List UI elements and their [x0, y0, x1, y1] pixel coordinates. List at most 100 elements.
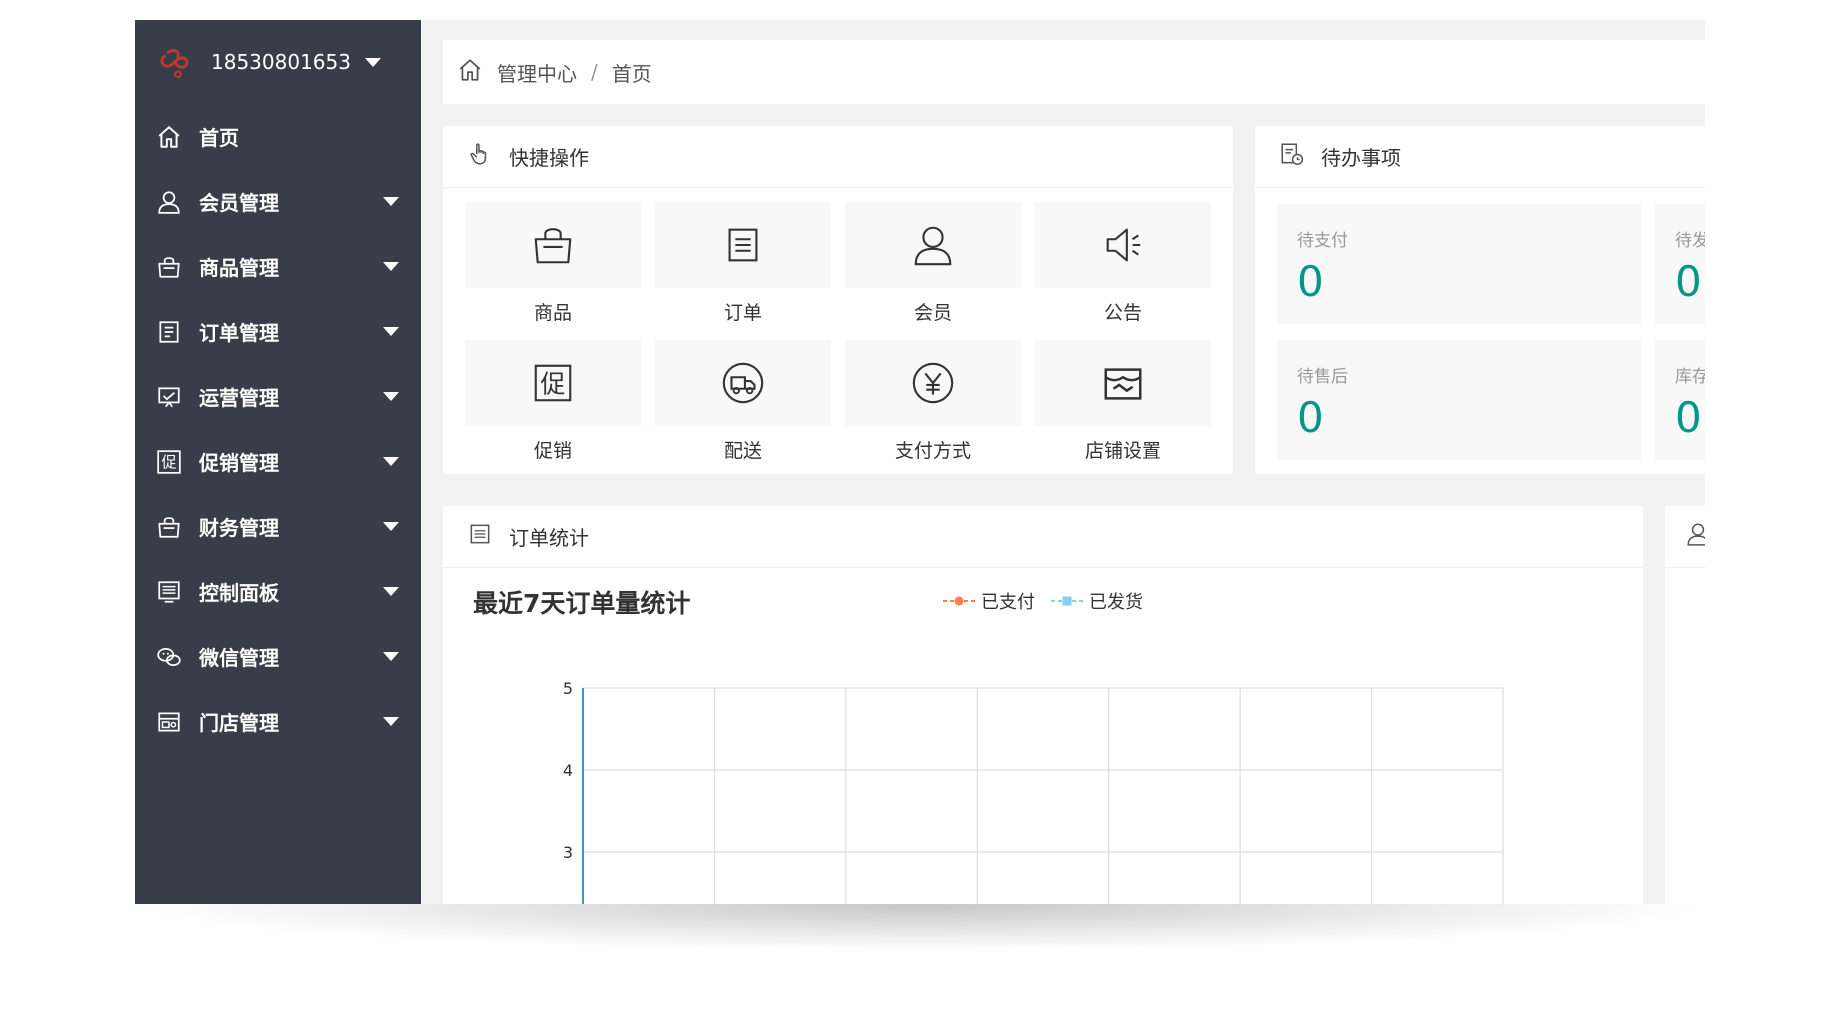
sidebar-item-label: 控制面板: [199, 581, 279, 605]
task-icon: [1279, 141, 1305, 172]
quick-item-delivery[interactable]: 配送: [655, 340, 831, 462]
quick-item-announcements[interactable]: 公告: [1035, 202, 1211, 324]
sidebar-item-stores[interactable]: 门店管理: [135, 689, 421, 754]
quick-item-shop-settings[interactable]: 店铺设置: [1035, 340, 1211, 462]
y-tick-label: 5: [563, 679, 573, 698]
todo-label: 库存预警: [1675, 367, 1705, 387]
todo-value: 0: [1297, 257, 1324, 306]
sidebar-item-control-panel[interactable]: 控制面板: [135, 559, 421, 624]
main-content: 管理中心 / 首页 快捷操作 商品 订单 会员 公告 促 促销 配送 支付方式 …: [421, 20, 1705, 904]
store-icon: [155, 708, 183, 736]
chevron-down-icon: [383, 197, 399, 206]
todo-value: 0: [1675, 257, 1702, 306]
user-icon: [1685, 521, 1705, 552]
sidebar-item-promotions[interactable]: 促 促销管理: [135, 429, 421, 494]
breadcrumb-root[interactable]: 管理中心: [497, 58, 577, 87]
chevron-down-icon: [383, 327, 399, 336]
quick-item-label: 公告: [1103, 302, 1142, 324]
promotion-icon: 促: [534, 364, 572, 402]
todo-item-after-sales[interactable]: 待售后 0: [1277, 340, 1641, 460]
sidebar-item-label: 运营管理: [199, 386, 279, 410]
y-tick-label: 4: [563, 761, 573, 780]
todo-item-pending-shipment[interactable]: 待发货 0: [1655, 204, 1705, 324]
user-icon: [914, 226, 952, 266]
sidebar-item-members[interactable]: 会员管理: [135, 169, 421, 234]
sidebar-item-label: 会员管理: [199, 191, 279, 215]
y-tick-label: 3: [563, 843, 573, 862]
sidebar-item-label: 首页: [199, 126, 239, 150]
quick-item-label: 促销: [533, 440, 572, 462]
quick-item-promotions[interactable]: 促 促销: [465, 340, 641, 462]
order-icon: [155, 318, 183, 346]
chart-plot: 5 4 3: [563, 679, 1504, 904]
order-chart: 最近7天订单量统计 已支付 已发货 543: [443, 568, 1643, 904]
chevron-down-icon: [383, 652, 399, 661]
todo-item-pending-payment[interactable]: 待支付 0: [1277, 204, 1641, 324]
card-title: 快捷操作: [509, 146, 589, 170]
bag-icon: [155, 253, 183, 281]
quick-actions-card: 快捷操作 商品 订单 会员 公告 促 促销 配送 支付方式 店铺设置: [443, 126, 1233, 474]
breadcrumb-current: 首页: [611, 61, 652, 86]
sidebar-item-wechat[interactable]: 微信管理: [135, 624, 421, 689]
todo-value: 0: [1297, 393, 1324, 442]
quick-item-label: 店铺设置: [1084, 440, 1161, 462]
chevron-down-icon: [383, 717, 399, 726]
sidebar-item-label: 商品管理: [199, 256, 279, 280]
chevron-down-icon: [383, 262, 399, 271]
chevron-down-icon: [383, 522, 399, 531]
svg-text:促: 促: [541, 370, 566, 399]
wechat-icon: [155, 643, 183, 671]
home-icon: [155, 123, 183, 151]
sidebar-item-products[interactable]: 商品管理: [135, 234, 421, 299]
chevron-down-icon: [383, 457, 399, 466]
card-title: 订单统计: [509, 526, 589, 550]
announcement-icon: [1106, 228, 1141, 262]
user-menu[interactable]: 18530801653: [135, 20, 421, 104]
sidebar: 18530801653 首页 会员管理 商品管理 订单管理 运营管理 促 促销管…: [135, 20, 421, 904]
sidebar-item-orders[interactable]: 订单管理: [135, 299, 421, 364]
breadcrumb-separator: /: [591, 60, 598, 84]
username: 18530801653: [211, 50, 351, 74]
hand-pointer-icon: [467, 141, 493, 172]
chevron-down-icon[interactable]: [364, 57, 381, 67]
quick-item-label: 支付方式: [894, 440, 971, 462]
quick-item-label: 配送: [723, 440, 762, 462]
sidebar-item-label: 订单管理: [199, 321, 279, 345]
quick-item-members[interactable]: 会员: [845, 202, 1021, 324]
quick-item-label: 订单: [723, 302, 762, 324]
bag-icon: [534, 228, 572, 264]
svg-text:促: 促: [161, 453, 176, 471]
chevron-down-icon: [383, 587, 399, 596]
sidebar-item-label: 门店管理: [199, 711, 279, 735]
sidebar-item-operations[interactable]: 运营管理: [135, 364, 421, 429]
todo-card: 待办事项 待支付 0 待发货 0 待售后 0: [1255, 126, 1705, 474]
chevron-down-icon: [383, 392, 399, 401]
todo-label: 待支付: [1297, 231, 1348, 251]
shop-settings-icon: [1104, 368, 1142, 400]
todo-label: 待售后: [1297, 367, 1348, 387]
todo-label: 待发货: [1675, 231, 1705, 251]
home-icon: [457, 57, 483, 88]
card-title: 待办事项: [1321, 146, 1401, 170]
breadcrumb: 管理中心 / 首页: [443, 40, 1705, 104]
quick-item-products[interactable]: 商品: [465, 202, 641, 324]
sidebar-item-home[interactable]: 首页: [135, 104, 421, 169]
sidebar-item-finance[interactable]: 财务管理: [135, 494, 421, 559]
yuan-icon: [912, 362, 954, 404]
order-stats-card: 订单统计 最近7天订单量统计 已支付 已发货 5 4 3: [443, 506, 1643, 904]
promotion-icon: 促: [155, 448, 183, 476]
sidebar-item-label: 微信管理: [199, 646, 279, 670]
delivery-icon: [722, 362, 764, 404]
panel-icon: [155, 578, 183, 606]
sidebar-item-label: 促销管理: [199, 451, 279, 475]
quick-item-label: 会员: [913, 302, 952, 324]
todo-value: 0: [1675, 393, 1702, 442]
quick-item-payment[interactable]: 支付方式: [845, 340, 1021, 462]
order-icon: [728, 228, 758, 262]
app-window: 18530801653 首页 会员管理 商品管理 订单管理 运营管理 促 促销管…: [135, 20, 1705, 904]
finance-icon: [155, 513, 183, 541]
quick-item-orders[interactable]: 订单: [655, 202, 831, 324]
brand-logo-icon: [160, 49, 189, 79]
todo-item-stock-warning[interactable]: 库存预警 0: [1655, 340, 1705, 460]
user-icon: [155, 188, 183, 216]
